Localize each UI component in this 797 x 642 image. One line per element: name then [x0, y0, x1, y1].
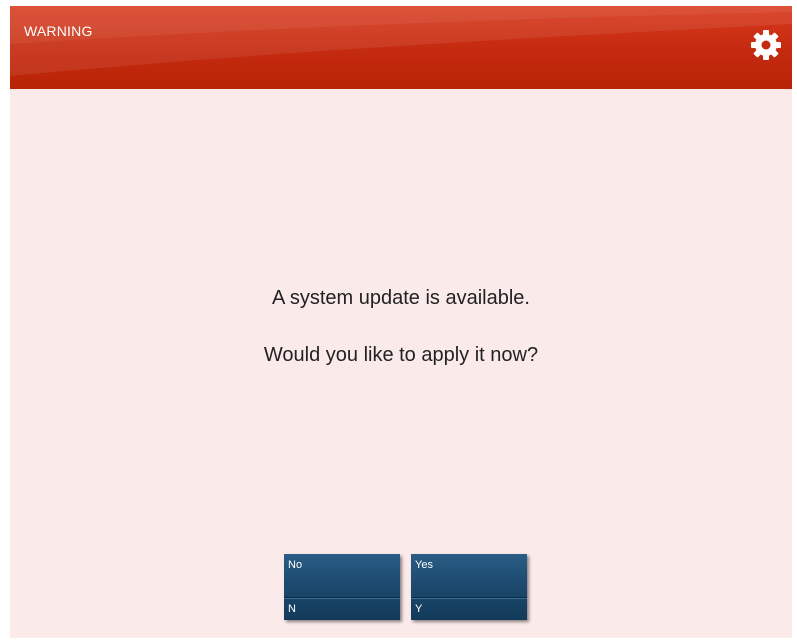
yes-button[interactable]: Yes Y [411, 554, 527, 620]
header-bar: WARNING [10, 6, 792, 89]
button-divider-highlight [284, 598, 400, 599]
yes-button-label: Yes [415, 559, 433, 571]
no-button-shortcut: N [288, 603, 296, 615]
yes-button-shortcut: Y [415, 603, 423, 615]
button-divider-highlight [411, 598, 527, 599]
dialog-window: WARNING A system update is available. Wo… [10, 6, 792, 638]
no-button-label: No [288, 559, 303, 571]
message-line-1: A system update is available. [272, 287, 530, 309]
message-line-2: Would you like to apply it now? [263, 344, 539, 366]
header-title: WARNING [24, 23, 93, 39]
header-sheen [10, 6, 792, 76]
no-button[interactable]: No N [284, 554, 400, 620]
gear-icon[interactable] [750, 29, 782, 61]
